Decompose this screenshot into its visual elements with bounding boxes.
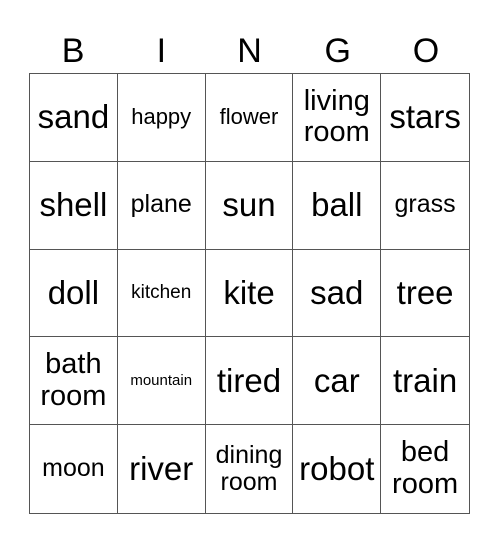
header-letter-o: O — [412, 32, 440, 70]
bingo-cell[interactable]: plane — [117, 161, 206, 250]
header-letter-b: B — [61, 32, 85, 70]
bingo-cell[interactable]: tree — [381, 250, 469, 338]
bingo-cell[interactable]: tired — [205, 337, 294, 426]
bingo-cell[interactable]: living room — [293, 74, 382, 162]
bingo-cell[interactable]: shell — [30, 161, 118, 250]
bingo-header: B I N G O — [29, 30, 470, 73]
bingo-cell[interactable]: sand — [30, 74, 118, 162]
bingo-cell[interactable]: moon — [30, 425, 118, 513]
bingo-cell[interactable]: sun — [205, 161, 294, 250]
bingo-cell[interactable]: kitchen — [117, 249, 206, 338]
bingo-cell[interactable]: mountain — [117, 337, 206, 426]
bingo-grid: sand happy flower living room stars shel… — [29, 73, 470, 514]
bingo-cell[interactable]: happy — [117, 74, 206, 162]
bingo-cell[interactable]: car — [293, 337, 382, 426]
bingo-cell[interactable]: river — [118, 425, 206, 513]
bingo-cell[interactable]: bed room — [381, 425, 469, 513]
bingo-cell[interactable]: dining room — [206, 425, 294, 513]
bingo-cell[interactable]: stars — [381, 74, 469, 162]
bingo-cell[interactable]: flower — [205, 74, 294, 162]
header-letter-i: I — [156, 32, 167, 70]
bingo-cell[interactable]: grass — [381, 162, 469, 250]
bingo-cell[interactable]: doll — [30, 249, 118, 338]
bingo-cell[interactable]: train — [381, 337, 469, 426]
header-letter-g: G — [324, 32, 351, 70]
bingo-cell[interactable]: kite — [205, 249, 294, 338]
bingo-cell[interactable]: bath room — [30, 337, 118, 426]
header-letter-n: N — [237, 32, 262, 70]
bingo-cell[interactable]: sad — [293, 249, 382, 338]
bingo-cell[interactable]: ball — [293, 161, 382, 250]
bingo-cell[interactable]: robot — [293, 425, 382, 513]
